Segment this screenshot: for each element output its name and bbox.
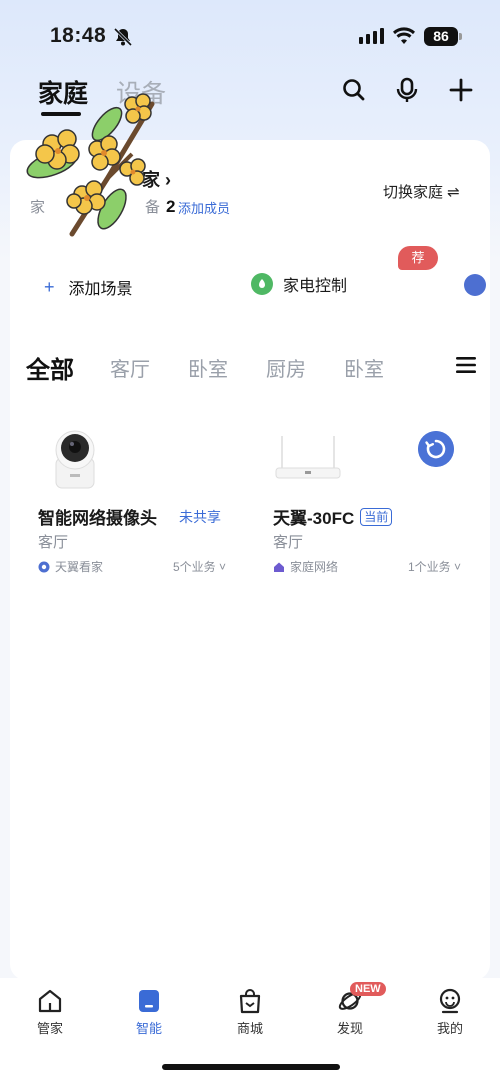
search-icon[interactable] <box>340 76 368 104</box>
tianyi-watch-icon <box>38 561 50 572</box>
scene-more-icon[interactable] <box>464 274 486 296</box>
add-scene-button[interactable]: + 添加场景 <box>44 275 133 299</box>
add-icon[interactable] <box>447 76 475 104</box>
nav-smart-label: 智能 <box>135 1021 162 1036</box>
plus-icon: + <box>44 276 55 297</box>
room-tab-all[interactable]: 全部 <box>26 350 74 385</box>
add-scene-label: 添加场景 <box>68 281 133 298</box>
camera-image <box>55 430 95 489</box>
device-title: 智能网络摄像头 未共享 <box>38 504 221 529</box>
room-tab-bedroom[interactable]: 卧室 <box>188 353 228 382</box>
recommend-badge: 荐 <box>398 246 438 270</box>
device-current-badge: 当前 <box>360 507 393 526</box>
microphone-icon[interactable] <box>393 76 421 104</box>
room-tab-kitchen[interactable]: 厨房 <box>266 353 306 382</box>
flower-sticker <box>26 93 155 237</box>
shopping-bag-icon <box>239 989 261 1014</box>
device-source: 家庭网络 <box>273 558 338 575</box>
nav-mall-label: 商城 <box>236 1021 263 1036</box>
house-icon <box>38 989 62 1013</box>
device-footer: 家庭网络 1个业务 ˅ <box>273 558 461 575</box>
device-source-label: 家庭网络 <box>290 560 339 574</box>
room-tab-bedroom-2[interactable]: 卧室 <box>344 353 384 382</box>
home-network-icon <box>274 562 284 572</box>
nav-butler-label: 管家 <box>36 1021 63 1036</box>
device-source: 天翼看家 <box>38 558 103 575</box>
profile-icon <box>439 988 461 1014</box>
router-image <box>275 436 341 479</box>
device-room: 客厅 <box>273 534 304 551</box>
status-time: 18:48 <box>50 24 107 47</box>
nav-mine[interactable]: 我的 <box>415 988 485 1037</box>
switch-home-button[interactable]: 切换家庭 ⇌ <box>383 181 460 202</box>
bottom-nav: 管家 智能 商城 发现 我的 <box>0 978 500 1070</box>
wifi-icon <box>393 27 415 44</box>
nav-mall[interactable]: 商城 <box>215 988 285 1037</box>
device-card-camera[interactable]: 智能网络摄像头 未共享 客厅 天翼看家 5个业务 ˅ <box>38 420 258 580</box>
new-badge: NEW <box>350 982 386 996</box>
appliance-control-label: 家电控制 <box>283 278 348 295</box>
home-indicator[interactable] <box>162 1064 340 1070</box>
room-tab-living[interactable]: 客厅 <box>110 353 150 382</box>
device-title: 天翼-30FC 当前 <box>273 504 393 529</box>
device-room: 客厅 <box>38 534 69 551</box>
device-share-tag[interactable]: 未共享 <box>179 507 221 527</box>
smart-device-icon <box>139 990 159 1012</box>
room-tabs: 全部 客厅 卧室 厨房 卧室 <box>26 350 466 385</box>
device-source-label: 天翼看家 <box>55 560 104 574</box>
nav-discover-label: 发现 <box>336 1021 363 1036</box>
device-name: 智能网络摄像头 <box>38 509 157 528</box>
device-footer: 天翼看家 5个业务 ˅ <box>38 558 226 575</box>
appliance-control-button[interactable]: 家电控制 <box>251 272 347 296</box>
bell-muted-icon <box>113 27 133 47</box>
nav-mine-label: 我的 <box>436 1021 463 1036</box>
device-card-router[interactable]: 天翼-30FC 当前 客厅 家庭网络 1个业务 ˅ <box>273 420 493 580</box>
device-name: 天翼-30FC <box>273 509 355 528</box>
status-bar: 18:48 86 <box>0 0 500 70</box>
signal-icon <box>359 28 384 44</box>
nav-butler[interactable]: 管家 <box>15 988 85 1037</box>
plug-icon <box>251 273 273 295</box>
menu-icon[interactable] <box>456 356 476 374</box>
add-member-link[interactable]: 添加成员 <box>178 198 230 217</box>
refresh-icon[interactable] <box>418 431 454 467</box>
device-business-dropdown[interactable]: 1个业务 ˅ <box>408 558 461 575</box>
scene-row: + 添加场景 家电控制 <box>0 272 500 302</box>
nav-smart[interactable]: 智能 <box>114 988 184 1037</box>
battery-indicator: 86 <box>424 27 462 46</box>
device-business-dropdown[interactable]: 5个业务 ˅ <box>173 558 226 575</box>
